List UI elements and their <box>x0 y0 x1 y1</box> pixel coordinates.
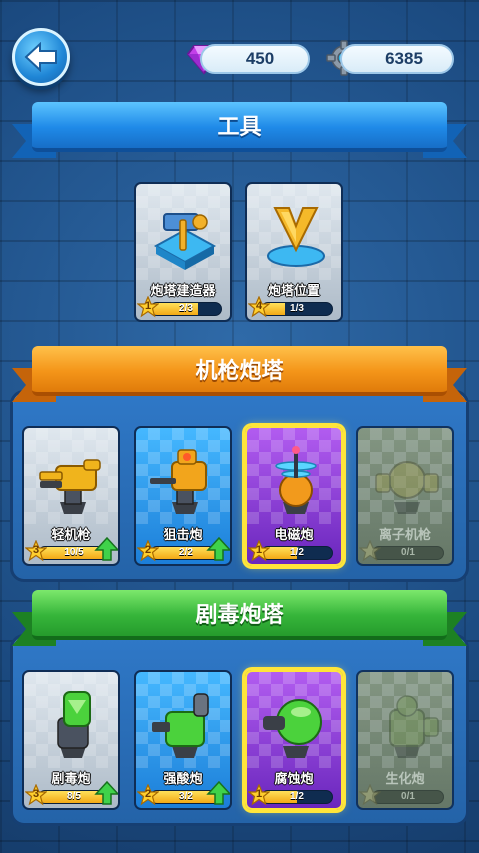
turret-card-biochem[interactable]: 生化炮 0/1 <box>356 670 454 810</box>
upgrade-arrow-icon <box>206 536 230 561</box>
level-number: 1 <box>144 300 152 312</box>
progress-text: 1/2 <box>290 547 304 558</box>
tools-title: 工具 <box>32 102 447 152</box>
tool-card-turret-builder[interactable]: 炮塔建造器 2/3 1 <box>134 182 232 322</box>
progress-bar: 0/1 <box>372 790 444 804</box>
turret-card-railgun[interactable]: 电磁炮 1/2 1 <box>245 426 343 566</box>
turret-card-acid[interactable]: 强酸炮 3/2 2 <box>134 670 232 810</box>
sniper-turret-icon <box>150 449 207 514</box>
star-icon <box>359 540 381 562</box>
tool-card-turret-position[interactable]: 炮塔位置 1/3 4 <box>245 182 343 322</box>
gems-value: 450 <box>245 49 275 68</box>
level-number: 2 <box>144 544 152 556</box>
progress-text: 0/1 <box>401 791 415 802</box>
level-number: 4 <box>255 300 263 312</box>
turret-card-corrosion[interactable]: 腐蚀炮 1/2 1 <box>245 670 343 810</box>
back-arrow-icon <box>24 42 57 72</box>
back-button[interactable] <box>12 28 70 86</box>
gears-value: 6385 <box>385 49 423 68</box>
corrosion-turret-icon <box>263 699 322 758</box>
poison-header: 剧毒炮塔 <box>12 590 467 654</box>
tools-header: 工具 <box>12 102 467 166</box>
poison-title: 剧毒炮塔 <box>32 590 447 640</box>
progress-text: 1/2 <box>290 791 304 802</box>
ion-machine-gun-turret-icon <box>375 461 439 514</box>
level-number: 2 <box>144 788 152 800</box>
progress-bar: 2/3 <box>150 302 222 316</box>
turret-position-icon <box>267 207 325 267</box>
machine-gun-header: 机枪炮塔 <box>12 346 467 410</box>
level-number: 3 <box>32 544 40 556</box>
progress-text: 0/1 <box>401 547 415 558</box>
gears-counter: 6385 <box>340 44 454 74</box>
progress-bar: 1/2 <box>261 790 333 804</box>
progress-bar: 0/1 <box>372 546 444 560</box>
acid-turret-icon <box>152 693 209 758</box>
gems-counter: 450 <box>200 44 310 74</box>
biochem-turret-icon <box>389 695 439 758</box>
railgun-turret-icon <box>275 446 317 514</box>
level-number: 1 <box>255 788 263 800</box>
progress-bar: 1/3 <box>261 302 333 316</box>
poison-turret-icon <box>57 691 91 758</box>
level-number: 3 <box>32 788 40 800</box>
upgrade-arrow-icon <box>94 536 118 561</box>
machine-gun-title: 机枪炮塔 <box>32 346 447 396</box>
progress-bar: 1/2 <box>261 546 333 560</box>
turret-card-ion-mg[interactable]: 离子机枪 0/1 <box>356 426 454 566</box>
upgrade-arrow-icon <box>94 780 118 805</box>
progress-text: 1/3 <box>290 303 304 314</box>
upgrade-arrow-icon <box>206 780 230 805</box>
turret-card-light-mg[interactable]: 轻机枪 10/5 3 <box>22 426 120 566</box>
light-machine-gun-turret-icon <box>39 459 101 514</box>
progress-text: 2/3 <box>179 303 193 314</box>
star-icon <box>359 784 381 806</box>
turret-card-sniper[interactable]: 狙击炮 2/2 2 <box>134 426 232 566</box>
turret-builder-icon <box>153 213 217 270</box>
level-number: 1 <box>255 544 263 556</box>
turret-card-poison[interactable]: 剧毒炮 8/5 3 <box>22 670 120 810</box>
